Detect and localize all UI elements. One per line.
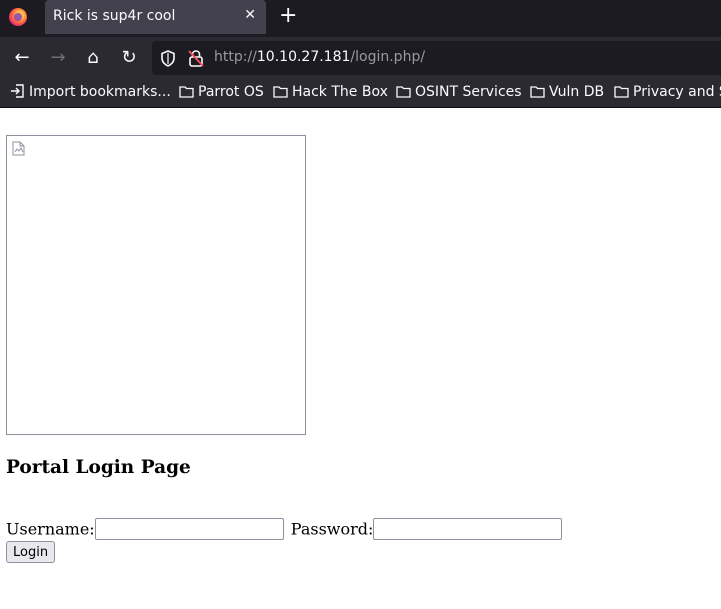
- page-title: Portal Login Page: [6, 457, 191, 478]
- username-label: Username:: [6, 519, 95, 539]
- bookmark-label: Parrot OS: [198, 84, 264, 100]
- url-host: 10.10.27.181: [256, 49, 351, 65]
- folder-icon: [179, 86, 194, 98]
- bookmark-osint-services[interactable]: OSINT Services: [396, 84, 522, 100]
- folder-icon: [530, 86, 545, 98]
- shield-icon[interactable]: [160, 50, 176, 67]
- bookmark-vuln-db[interactable]: Vuln DB: [530, 84, 604, 100]
- broken-image-icon: [12, 141, 25, 156]
- login-button[interactable]: Login: [6, 541, 56, 563]
- bookmark-hack-the-box[interactable]: Hack The Box: [273, 84, 388, 100]
- bookmark-label: Import bookmarks...: [29, 84, 171, 100]
- url-scheme: http://: [214, 49, 257, 65]
- bookmark-label: Hack The Box: [292, 84, 388, 100]
- login-form: Username: Password:: [6, 518, 564, 540]
- folder-icon: [396, 86, 411, 98]
- navigation-bar: ← → ⌂ ↻ http://10.10.27.181/login.php/: [0, 37, 721, 79]
- new-tab-button[interactable]: +: [279, 4, 297, 28]
- username-field[interactable]: [94, 518, 284, 540]
- url-bar[interactable]: http://10.10.27.181/login.php/: [152, 41, 721, 75]
- password-label: Password:: [290, 519, 374, 539]
- active-tab[interactable]: Rick is sup4r cool ✕: [45, 0, 266, 34]
- bookmark-label: OSINT Services: [415, 84, 522, 100]
- bookmark-privacy[interactable]: Privacy and S: [614, 84, 721, 100]
- bookmark-parrot-os[interactable]: Parrot OS: [179, 84, 264, 100]
- home-button[interactable]: ⌂: [81, 46, 105, 70]
- password-field[interactable]: [373, 518, 563, 540]
- folder-icon: [273, 86, 288, 98]
- import-icon: [11, 84, 24, 98]
- tab-bar: Rick is sup4r cool ✕ +: [0, 0, 721, 37]
- firefox-icon[interactable]: [9, 8, 27, 26]
- folder-icon: [614, 86, 629, 98]
- broken-image: [6, 135, 306, 435]
- back-button[interactable]: ←: [10, 46, 34, 70]
- insecure-lock-icon[interactable]: [188, 49, 204, 67]
- tab-title: Rick is sup4r cool: [53, 8, 176, 24]
- page-content: Portal Login Page Username: Password: Lo…: [0, 108, 721, 609]
- bookmarks-toolbar: Import bookmarks... Parrot OS Hack The B…: [0, 79, 721, 108]
- reload-button[interactable]: ↻: [117, 46, 141, 70]
- forward-button[interactable]: →: [46, 46, 70, 70]
- bookmark-import[interactable]: Import bookmarks...: [10, 84, 171, 100]
- url-text[interactable]: http://10.10.27.181/login.php/: [214, 49, 425, 65]
- url-path: /login.php/: [350, 49, 426, 65]
- bookmark-label: Privacy and S: [633, 84, 721, 100]
- close-tab-icon[interactable]: ✕: [244, 7, 256, 23]
- bookmark-label: Vuln DB: [549, 84, 605, 100]
